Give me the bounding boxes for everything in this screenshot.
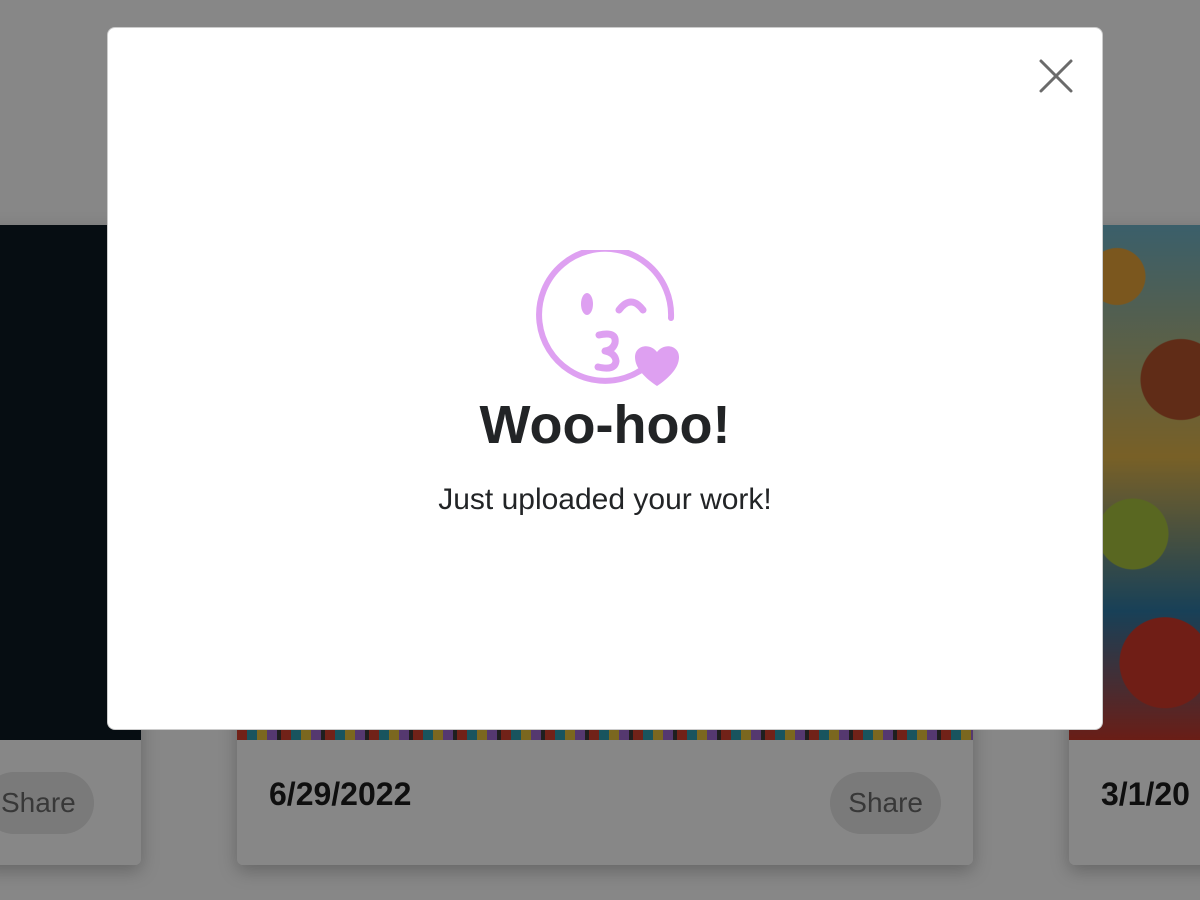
dialog-title: Woo-hoo!	[479, 395, 731, 455]
kissing-face-heart-icon	[536, 245, 679, 386]
upload-success-dialog: Woo-hoo! Just uploaded your work!	[107, 27, 1103, 730]
close-button[interactable]	[1036, 56, 1076, 96]
close-icon	[1039, 59, 1073, 93]
emoji-container	[535, 245, 679, 394]
dialog-message: Just uploaded your work!	[438, 483, 772, 516]
